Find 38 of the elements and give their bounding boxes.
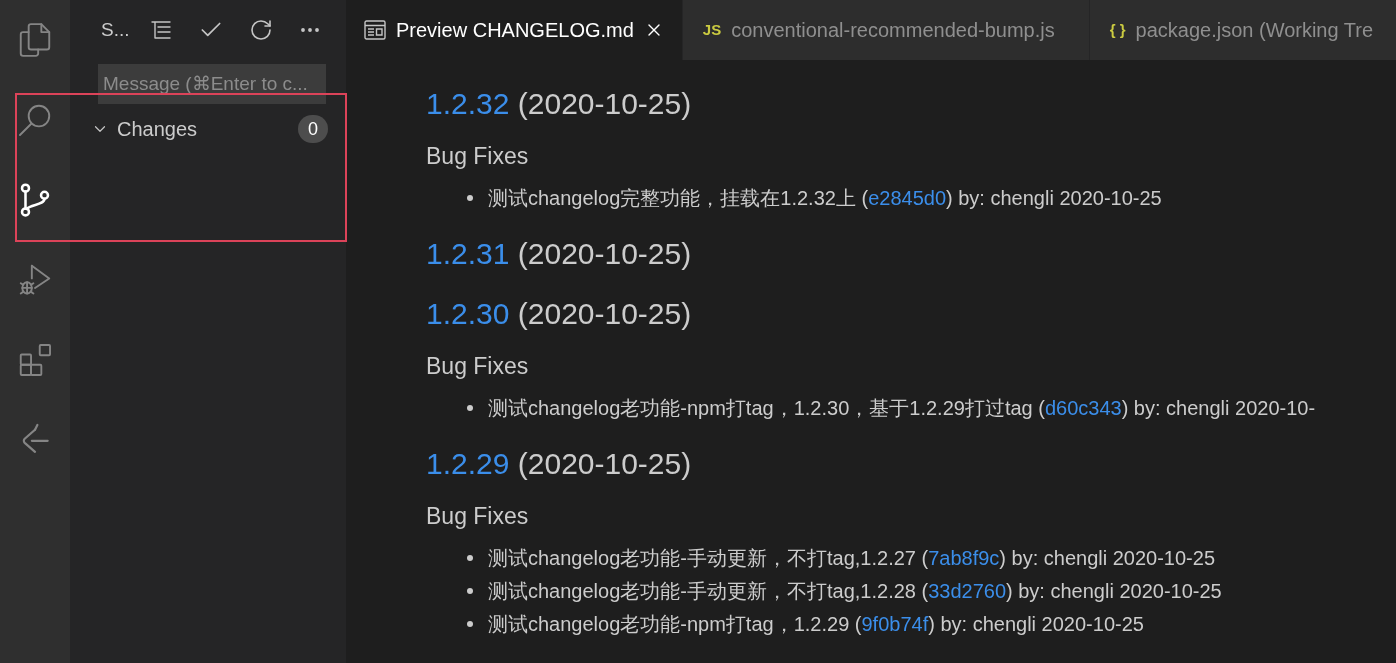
section-heading: Bug Fixes bbox=[426, 142, 530, 171]
change-entry: 测试changelog老功能-npm打tag，1.2.30，基于1.2.29打过tag (d60c343) by: chengli 2020-10- bbox=[488, 395, 1316, 421]
version-link[interactable]: 1.2.30 bbox=[426, 297, 510, 330]
commit-link[interactable]: 33d2760 bbox=[928, 579, 1007, 602]
bullet-icon bbox=[467, 620, 473, 627]
bullet-icon bbox=[467, 404, 473, 411]
sidebar-title: S... bbox=[101, 17, 130, 42]
commit-message-field[interactable]: Message (⌘Enter to c... bbox=[98, 64, 326, 104]
change-entry: 测试changelog老功能-手动更新，不打tag,1.2.27 (7ab8f9c) by: chengli 2020-10-25 bbox=[488, 545, 1216, 571]
bullet-icon bbox=[467, 587, 473, 594]
editor-tab[interactable]: { } package.json (Working Tre bbox=[1089, 0, 1396, 60]
bullet-icon bbox=[467, 194, 473, 201]
file-type-icon: { } bbox=[1109, 18, 1126, 42]
editor-tab[interactable]: JS conventional-recommended-bump.js bbox=[682, 0, 1090, 60]
release-heading: 1.2.30 (2020-10-25) bbox=[426, 296, 693, 332]
version-link[interactable]: 1.2.32 bbox=[426, 87, 510, 120]
tree-view-icon[interactable] bbox=[148, 18, 173, 42]
commit-link[interactable]: 7ab8f9c bbox=[928, 546, 1000, 569]
release-heading: 1.2.29 (2020-10-25) bbox=[426, 446, 693, 482]
version-link[interactable]: 1.2.29 bbox=[426, 447, 510, 480]
bullet-icon bbox=[467, 554, 473, 561]
preview-icon bbox=[364, 20, 386, 40]
change-entry: 测试changelog老功能-npm打tag，1.2.29 (9f0b74f) by: chengli 2020-10-25 bbox=[488, 611, 1144, 637]
changes-label[interactable]: Changes bbox=[117, 114, 198, 144]
count-badge: 0 bbox=[298, 115, 328, 143]
file-type-icon: JS bbox=[702, 18, 722, 42]
version-link[interactable]: 1.2.31 bbox=[426, 237, 510, 270]
release-heading: 1.2.31 (2020-10-25) bbox=[426, 236, 693, 272]
editor-tab[interactable]: Preview CHANGELOG.md bbox=[346, 0, 683, 60]
section-heading: Bug Fixes bbox=[426, 502, 530, 531]
change-entry: 测试changelog完整功能，挂载在1.2.32上 (e2845d0) by: chengli 2020-10-25 bbox=[488, 185, 1162, 211]
commit-link[interactable]: e2845d0 bbox=[868, 186, 946, 209]
change-entry: 测试changelog老功能-手动更新，不打tag,1.2.28 (33d2760) by: chengli 2020-10-25 bbox=[488, 578, 1222, 604]
refresh-icon[interactable] bbox=[248, 18, 273, 42]
commit-link[interactable]: 9f0b74f bbox=[861, 612, 929, 635]
section-heading: Bug Fixes bbox=[426, 352, 530, 381]
commit-link[interactable]: d60c343 bbox=[1044, 396, 1122, 419]
release-heading: 1.2.32 (2020-10-25) bbox=[426, 86, 693, 122]
